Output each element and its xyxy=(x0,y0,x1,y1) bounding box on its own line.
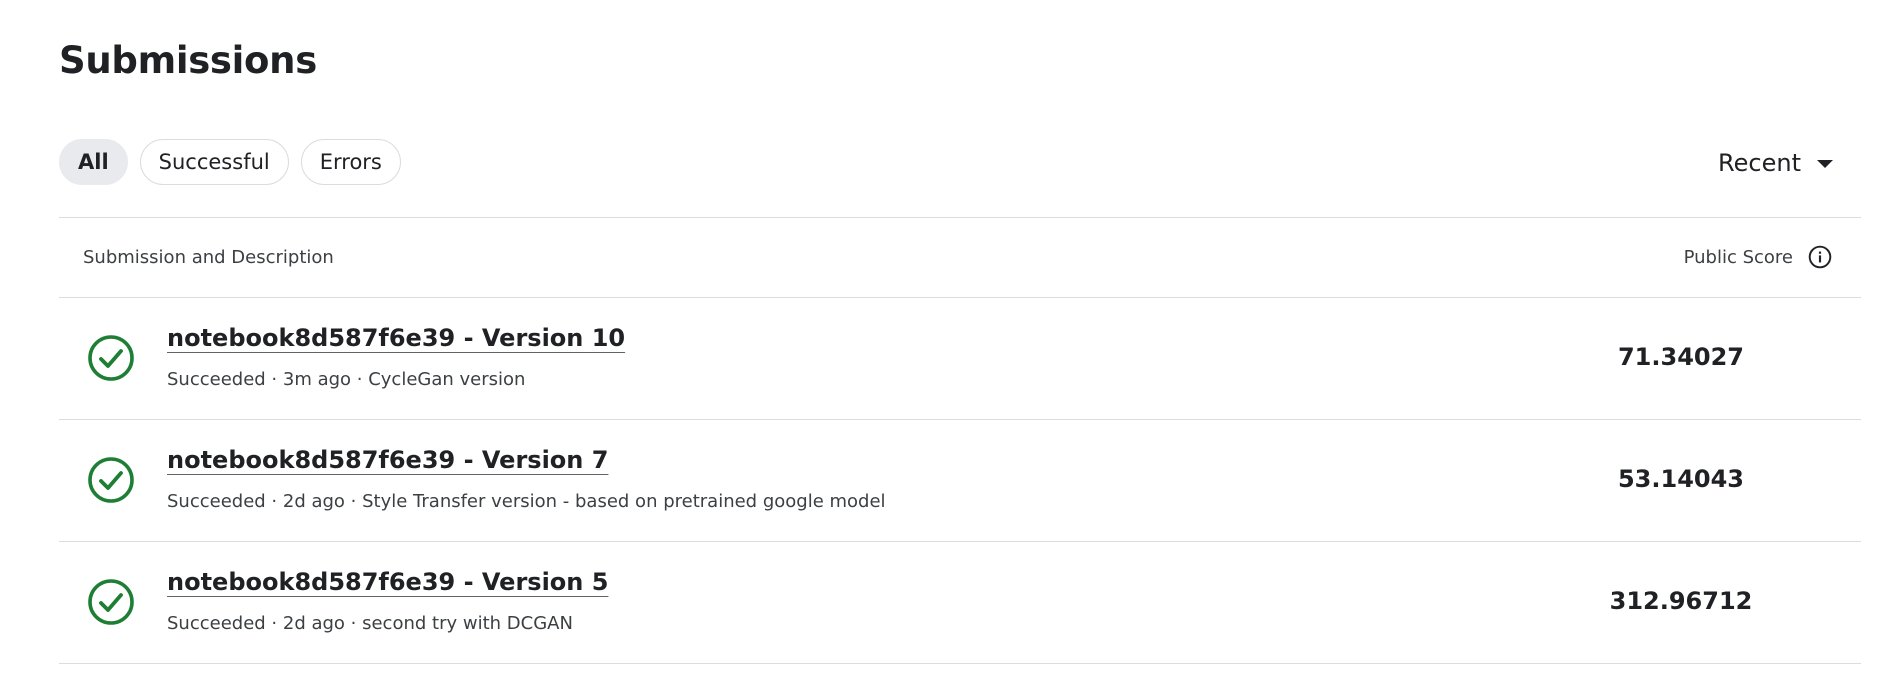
public-score: 53.14043 xyxy=(1617,465,1744,493)
submission-meta: Succeeded · 3m ago · CycleGan version xyxy=(167,369,526,390)
filter-successful-chip[interactable]: Successful xyxy=(139,139,289,185)
filter-chips: All Successful Errors xyxy=(59,139,401,185)
sort-dropdown[interactable]: Recent xyxy=(1718,143,1833,183)
column-header-public-score: Public Score xyxy=(1683,246,1793,268)
submission-meta: Succeeded · 2d ago · second try with DCG… xyxy=(167,613,573,634)
table-row: notebook8d587f6e39 - Version 10 Succeede… xyxy=(59,298,1861,420)
public-score: 71.34027 xyxy=(1617,343,1744,371)
info-icon[interactable] xyxy=(1807,244,1833,270)
filter-errors-chip[interactable]: Errors xyxy=(300,139,401,185)
check-circle-icon xyxy=(88,579,134,625)
table-row: notebook8d587f6e39 - Version 7 Succeeded… xyxy=(59,420,1861,542)
submission-title-link[interactable]: notebook8d587f6e39 - Version 7 xyxy=(167,446,608,474)
column-header-submission: Submission and Description xyxy=(83,247,334,268)
sort-label: Recent xyxy=(1718,149,1801,177)
submission-title-link[interactable]: notebook8d587f6e39 - Version 5 xyxy=(167,568,608,596)
check-circle-icon xyxy=(88,457,134,503)
table-header: Submission and Description Public Score xyxy=(59,218,1861,298)
submission-title-link[interactable]: notebook8d587f6e39 - Version 10 xyxy=(167,324,625,352)
page-title: Submissions xyxy=(59,39,317,82)
column-header-score-wrapper: Public Score xyxy=(1684,244,1833,270)
check-circle-icon xyxy=(88,335,134,381)
caret-down-icon xyxy=(1817,160,1833,168)
submissions-table: Submission and Description Public Score … xyxy=(59,217,1861,664)
filter-all-chip[interactable]: All xyxy=(59,139,128,185)
submission-meta: Succeeded · 2d ago · Style Transfer vers… xyxy=(167,491,886,512)
table-row: notebook8d587f6e39 - Version 5 Succeeded… xyxy=(59,542,1861,664)
public-score: 312.96712 xyxy=(1609,587,1753,615)
